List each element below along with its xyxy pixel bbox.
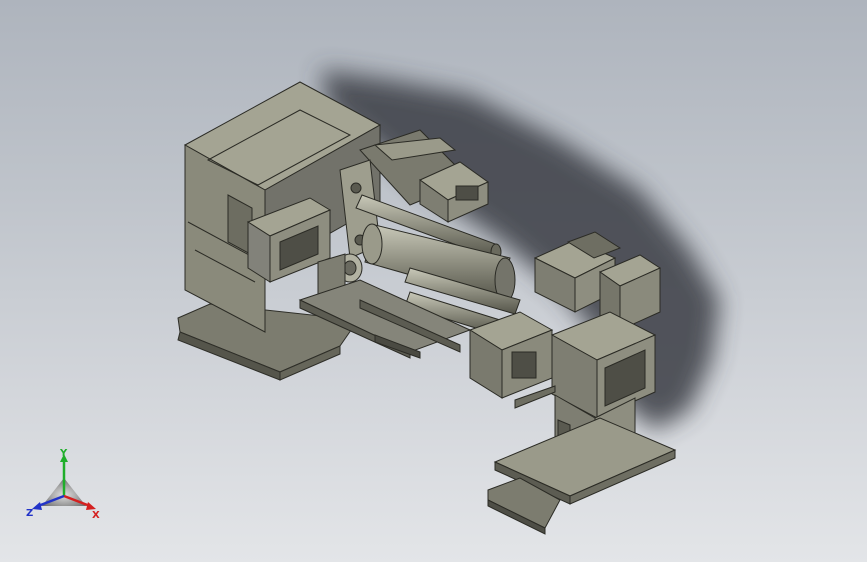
base-plate-right	[487, 417, 677, 535]
coordinate-triad: Y X Z	[26, 448, 100, 521]
y-axis-label: Y	[59, 448, 68, 459]
z-axis-label: Z	[26, 508, 33, 519]
3d-viewport[interactable]: Y X Z	[0, 0, 867, 562]
x-axis-label: X	[92, 510, 100, 521]
machine-model[interactable]	[0, 0, 867, 562]
